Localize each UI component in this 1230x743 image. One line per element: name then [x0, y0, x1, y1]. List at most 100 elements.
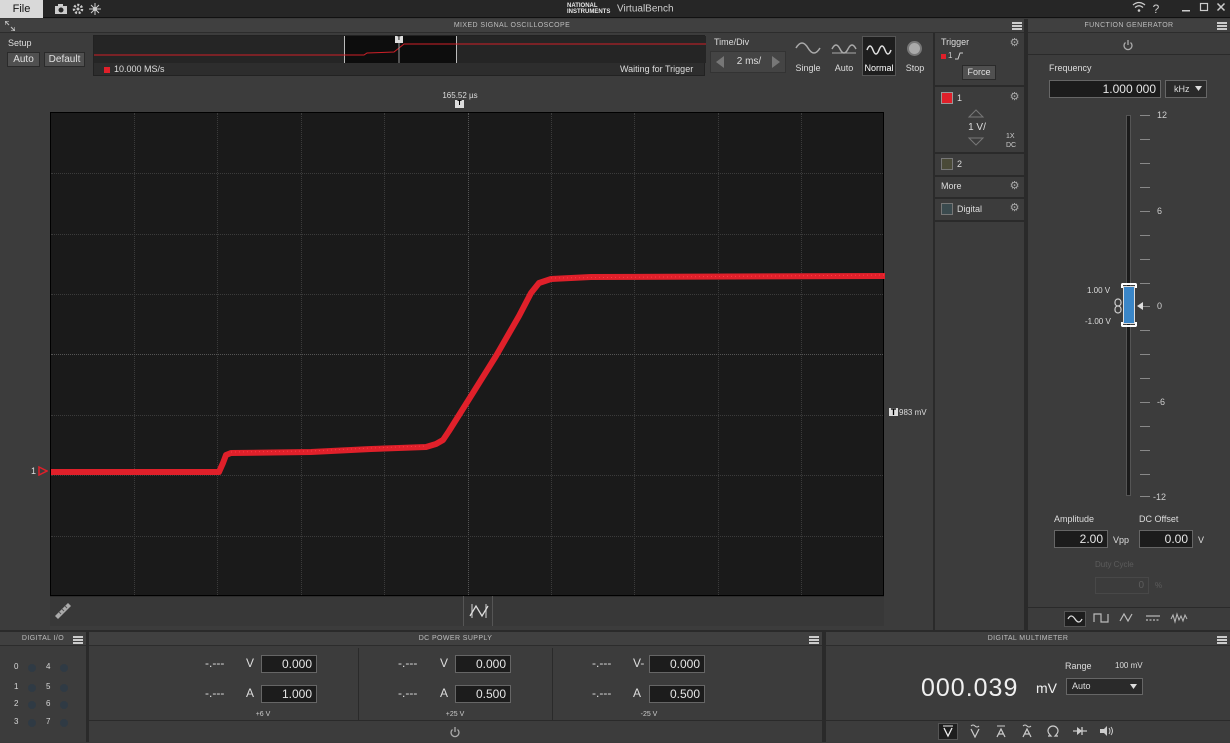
range-value: 100 mV	[1115, 661, 1143, 670]
amplitude-input[interactable]: 2.00	[1054, 530, 1108, 548]
high-level-handle[interactable]	[1121, 283, 1137, 288]
trigger-time-label: 165.52 µs	[442, 91, 478, 100]
measure-ruler-icon[interactable]	[52, 600, 72, 620]
diode-icon[interactable]	[1072, 724, 1088, 738]
minimize-icon[interactable]	[1178, 1, 1194, 17]
stop-button[interactable]: Stop	[898, 36, 932, 76]
overview-trigger-marker: T	[395, 36, 403, 43]
pin-label: 3	[14, 717, 19, 726]
ac-current-icon[interactable]	[1020, 724, 1034, 738]
oscilloscope-menu-icon[interactable]	[1012, 22, 1022, 30]
digital-toggle[interactable]	[941, 203, 953, 215]
title-bar: File NATIONAL INSTRUMENTS VirtualBench ?	[0, 0, 1230, 18]
more-settings-icon[interactable]: ⚙	[1009, 181, 1020, 192]
fgen-power-icon[interactable]	[1122, 39, 1134, 51]
time-div-value: 2 ms/	[736, 56, 762, 67]
frequency-unit-select[interactable]: kHz	[1165, 80, 1207, 98]
normal-mode-button[interactable]: Normal	[862, 36, 896, 76]
ps3-name: -25 V	[640, 711, 658, 718]
channel-2-toggle[interactable]	[941, 158, 953, 170]
pin-7-led[interactable]	[60, 719, 68, 727]
scale-label: 12	[1157, 110, 1168, 120]
dc-offset-input[interactable]: 0.00	[1139, 530, 1193, 548]
camera-icon[interactable]	[54, 2, 68, 16]
frequency-input[interactable]: 1.000 000	[1049, 80, 1161, 98]
channel-1-scale-up-icon[interactable]	[967, 108, 985, 118]
noise-icon[interactable]	[1169, 611, 1191, 627]
channel-1-offset-marker[interactable]	[38, 465, 49, 477]
maximize-icon[interactable]	[1196, 1, 1212, 17]
dc-current-icon[interactable]	[994, 724, 1008, 738]
scope-display[interactable]	[50, 112, 885, 596]
help-icon[interactable]: ?	[1148, 1, 1164, 17]
cursor-toggle-button[interactable]	[463, 596, 493, 626]
channel-1-settings-icon[interactable]: ⚙	[1009, 92, 1020, 103]
scale-label: 0	[1157, 301, 1163, 311]
ps1-current-input[interactable]: 1.000	[261, 685, 317, 703]
ps3-voltage-input[interactable]: 0.000	[649, 655, 705, 673]
amplitude-range-handle[interactable]	[1123, 286, 1135, 324]
power-supply-power-icon[interactable]	[449, 726, 461, 738]
ps3-current-unit: A	[633, 686, 642, 700]
offset-pointer-icon[interactable]	[1137, 301, 1143, 310]
time-div-increase-icon[interactable]	[769, 54, 783, 70]
sine-wave-icon[interactable]	[1064, 611, 1086, 627]
ps2-current-input[interactable]: 0.500	[455, 685, 511, 703]
pin-6-led[interactable]	[60, 701, 68, 709]
ps3-voltage-unit: V-	[633, 656, 645, 670]
waveform-overview[interactable]: T 10.000 MS/s Waiting for Trigger	[93, 35, 706, 76]
multimeter-menu-icon[interactable]	[1217, 636, 1227, 644]
auto-mode-button[interactable]: Auto	[827, 36, 861, 76]
channel-1-toggle[interactable]	[941, 92, 953, 104]
wifi-icon[interactable]	[1131, 1, 1147, 17]
digital-settings-icon[interactable]: ⚙	[1009, 203, 1020, 214]
resistance-icon[interactable]	[1046, 724, 1060, 738]
low-level-handle[interactable]	[1121, 322, 1137, 327]
channel-1-scale-down-icon[interactable]	[967, 137, 985, 147]
pin-3-led[interactable]	[28, 719, 36, 727]
trigger-level-marker[interactable]	[889, 408, 898, 416]
network-icon[interactable]	[88, 2, 102, 16]
expand-icon[interactable]	[4, 20, 16, 32]
square-wave-icon[interactable]	[1091, 611, 1113, 627]
pin-1-led[interactable]	[28, 684, 36, 692]
single-mode-button[interactable]: Single	[790, 36, 826, 76]
dc-icon[interactable]	[1143, 611, 1165, 627]
more-channels-label[interactable]: More	[941, 181, 962, 191]
pin-2-led[interactable]	[28, 701, 36, 709]
ps2-current-measured: -.---	[398, 686, 418, 700]
function-generator-header: FUNCTION GENERATOR	[1028, 19, 1230, 33]
file-menu[interactable]: File	[0, 0, 43, 18]
power-supply-menu-icon[interactable]	[809, 636, 819, 644]
function-generator-menu-icon[interactable]	[1217, 22, 1227, 30]
ps1-voltage-input[interactable]: 0.000	[261, 655, 317, 673]
default-setup-button[interactable]: Default	[44, 52, 85, 67]
ps2-voltage-input[interactable]: 0.000	[455, 655, 511, 673]
ps3-current-input[interactable]: 0.500	[649, 685, 705, 703]
dc-voltage-icon[interactable]	[938, 723, 958, 740]
close-icon[interactable]	[1213, 1, 1229, 17]
time-div-decrease-icon[interactable]	[713, 54, 727, 70]
auto-setup-button[interactable]: Auto	[7, 52, 40, 67]
pin-5-led[interactable]	[60, 684, 68, 692]
gear-icon[interactable]	[71, 2, 85, 16]
ac-voltage-icon[interactable]	[968, 724, 982, 739]
dc-power-supply-header: DC POWER SUPPLY	[89, 632, 822, 646]
ps2-voltage-measured: -.---	[398, 656, 418, 670]
trigger-position-marker[interactable]: T	[455, 100, 464, 108]
dmm-range-select[interactable]: Auto	[1066, 678, 1143, 695]
link-icon[interactable]	[1114, 298, 1122, 314]
triangle-wave-icon[interactable]	[1117, 611, 1139, 627]
digital-label: Digital	[957, 204, 983, 214]
ps3-current-measured: -.---	[592, 686, 612, 700]
sample-rate-indicator	[104, 67, 110, 73]
trigger-settings-icon[interactable]: ⚙	[1009, 38, 1020, 49]
ps1-name: +6 V	[255, 711, 271, 718]
force-trigger-button[interactable]: Force	[962, 65, 996, 80]
chevron-down-icon	[1130, 684, 1137, 689]
continuity-icon[interactable]	[1099, 724, 1115, 738]
channel-1-coupling: DC	[1006, 142, 1017, 149]
pin-0-led[interactable]	[28, 664, 36, 672]
digital-io-menu-icon[interactable]	[73, 636, 83, 644]
pin-4-led[interactable]	[60, 664, 68, 672]
